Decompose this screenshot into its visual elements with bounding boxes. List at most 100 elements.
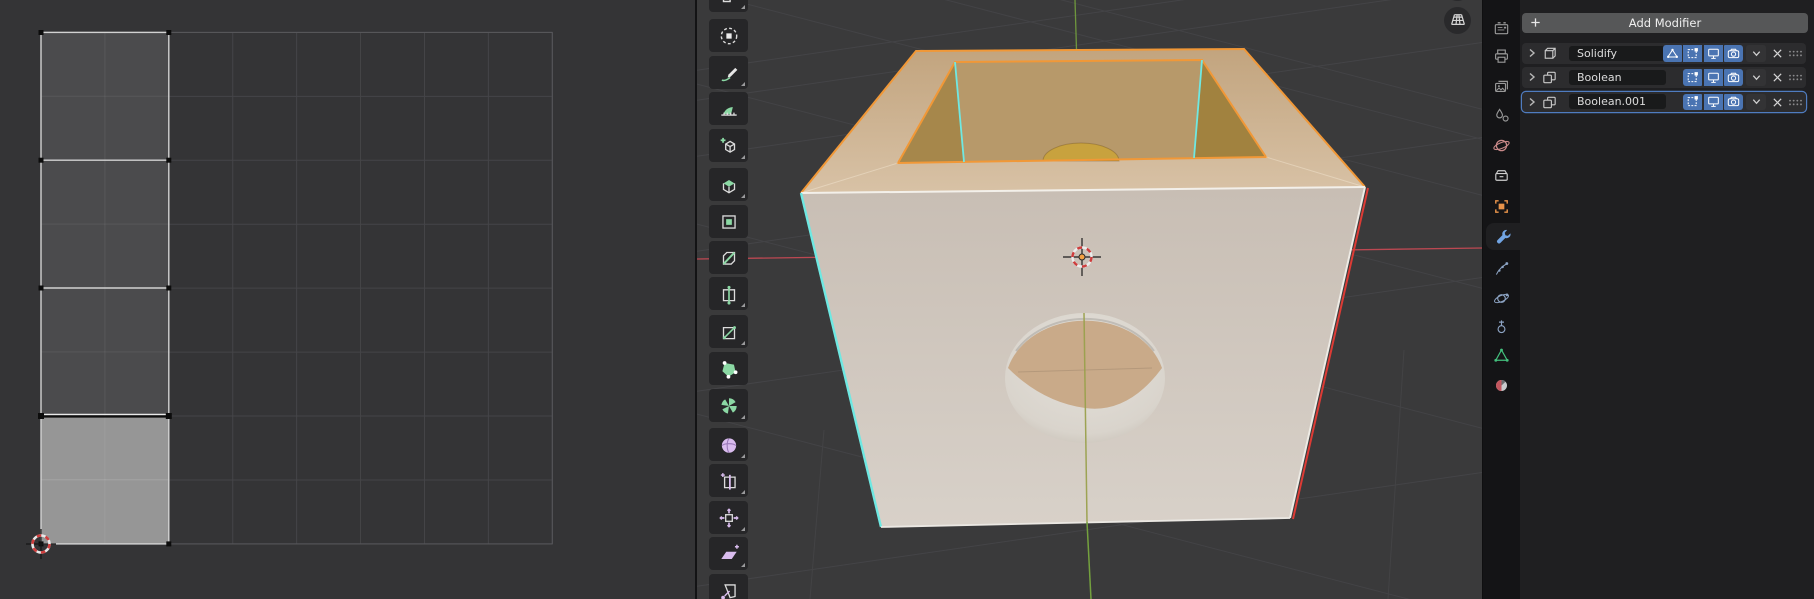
- properties-editor: Add Modifier Solidify Boolean Boolean.00…: [1483, 0, 1814, 599]
- smooth-tool-icon: [718, 434, 740, 456]
- boolean-modifier-icon: [1541, 69, 1558, 86]
- shrink-fatten-tool-icon: [718, 507, 740, 529]
- bevel-tool-icon: [718, 247, 740, 269]
- object-data-properties-icon: [1492, 346, 1511, 365]
- render-toggle[interactable]: [1724, 69, 1743, 86]
- tab-modifier-properties[interactable]: [1486, 223, 1520, 251]
- extrude-region-tool-button[interactable]: [709, 168, 748, 201]
- transform-tool-button[interactable]: [709, 19, 748, 52]
- particles-properties-icon: [1492, 259, 1511, 278]
- edge-slide-tool-icon: [718, 470, 740, 492]
- properties-tab-column: [1483, 0, 1520, 599]
- tab-collection-properties[interactable]: [1483, 162, 1520, 189]
- render-properties-icon: [1492, 19, 1511, 38]
- annotate-tool-button[interactable]: [709, 56, 748, 89]
- object-properties-icon: [1492, 197, 1511, 216]
- uv-canvas[interactable]: [0, 0, 695, 599]
- tab-particles-properties[interactable]: [1483, 255, 1520, 282]
- modifier-extras-dropdown[interactable]: [1746, 45, 1766, 62]
- poly-build-tool-button[interactable]: [709, 352, 748, 385]
- shear-tool-button[interactable]: [709, 537, 748, 570]
- delete-modifier-button[interactable]: [1770, 70, 1785, 85]
- modifier-row-solidify[interactable]: Solidify: [1522, 43, 1806, 64]
- tab-render-properties[interactable]: [1483, 15, 1520, 42]
- edit-mode-toggle[interactable]: [1683, 93, 1702, 111]
- add-modifier-button[interactable]: Add Modifier: [1522, 13, 1808, 33]
- scale-tool-button[interactable]: [709, 0, 748, 12]
- smooth-tool-button[interactable]: [709, 428, 748, 461]
- shear-tool-icon: [718, 543, 740, 565]
- transform-tool-icon: [718, 25, 740, 47]
- edge-slide-tool-button[interactable]: [709, 464, 748, 497]
- delete-modifier-button[interactable]: [1770, 95, 1785, 110]
- measure-tool-button[interactable]: [709, 92, 748, 125]
- render-toggle[interactable]: [1724, 45, 1743, 62]
- tab-object-properties[interactable]: [1483, 193, 1520, 220]
- tab-constraints-properties[interactable]: [1483, 313, 1520, 340]
- uv-island[interactable]: [38, 30, 172, 547]
- rip-region-tool-button[interactable]: [709, 574, 748, 599]
- loop-cut-tool-button[interactable]: [709, 277, 748, 310]
- loop-cut-tool-icon: [718, 283, 740, 305]
- inset-faces-tool-button[interactable]: [709, 205, 748, 238]
- modifier-display-toggles: [1683, 69, 1743, 86]
- perspective-toggle-button[interactable]: [1444, 6, 1471, 34]
- viewport-toolbar: [709, 0, 748, 599]
- tab-output-properties[interactable]: [1483, 43, 1520, 70]
- spin-tool-button[interactable]: [709, 389, 748, 422]
- spin-tool-icon: [718, 395, 740, 417]
- bevel-tool-button[interactable]: [709, 241, 748, 274]
- scale-tool-icon: [718, 0, 740, 7]
- knife-tool-button[interactable]: [709, 315, 748, 348]
- modifier-row-boolean-001[interactable]: Boolean.001: [1522, 91, 1806, 113]
- delete-modifier-button[interactable]: [1770, 46, 1785, 61]
- perspective-grid-icon: [1450, 14, 1465, 26]
- knife-tool-icon: [718, 321, 740, 343]
- expand-chevron-icon[interactable]: [1527, 97, 1537, 107]
- blender-window: Add Modifier Solidify Boolean Boolean.00…: [0, 0, 1814, 599]
- physics-properties-icon: [1492, 289, 1511, 308]
- tab-world-properties[interactable]: [1483, 132, 1520, 159]
- realtime-toggle[interactable]: [1703, 45, 1723, 62]
- drag-handle[interactable]: [1787, 71, 1803, 84]
- add-modifier-label: Add Modifier: [1628, 16, 1702, 30]
- plus-icon: [1529, 16, 1542, 29]
- scene-properties-icon: [1492, 106, 1511, 125]
- measure-tool-icon: [718, 98, 740, 120]
- modifier-row-boolean[interactable]: Boolean: [1522, 67, 1806, 88]
- uv-editor[interactable]: [0, 0, 695, 599]
- add-cube-tool-icon: [718, 135, 740, 157]
- tab-physics-properties[interactable]: [1483, 285, 1520, 312]
- drag-handle[interactable]: [1787, 47, 1803, 60]
- inset-faces-tool-icon: [718, 211, 740, 233]
- realtime-toggle[interactable]: [1703, 93, 1723, 111]
- shrink-fatten-tool-button[interactable]: [709, 501, 748, 534]
- tab-view-layer-properties[interactable]: [1483, 73, 1520, 100]
- tab-object-data-properties[interactable]: [1483, 342, 1520, 369]
- modifier-display-toggles: [1662, 45, 1743, 62]
- modifier-name-field[interactable]: Solidify: [1569, 45, 1666, 61]
- tab-scene-properties[interactable]: [1483, 102, 1520, 129]
- realtime-toggle[interactable]: [1703, 69, 1723, 86]
- add-cube-tool-button[interactable]: [709, 129, 748, 162]
- expand-chevron-icon[interactable]: [1527, 48, 1537, 58]
- edit-mode-toggle[interactable]: [1683, 45, 1702, 62]
- modifier-extras-dropdown[interactable]: [1746, 93, 1766, 111]
- drag-handle[interactable]: [1787, 96, 1803, 109]
- annotate-tool-icon: [718, 62, 740, 84]
- modifier-name-field[interactable]: Boolean: [1569, 70, 1666, 86]
- boolean-modifier-icon: [1541, 94, 1558, 111]
- edit-mode-toggle[interactable]: [1683, 69, 1702, 86]
- output-properties-icon: [1492, 47, 1511, 66]
- on-cage-toggle[interactable]: [1662, 45, 1682, 62]
- mesh-object[interactable]: [799, 47, 1369, 528]
- collection-properties-icon: [1492, 166, 1511, 185]
- render-toggle[interactable]: [1724, 93, 1743, 111]
- modifier-name-field[interactable]: Boolean.001: [1569, 94, 1666, 110]
- modifier-extras-dropdown[interactable]: [1746, 69, 1766, 86]
- tab-material-properties[interactable]: [1483, 372, 1520, 399]
- 3d-viewport[interactable]: [697, 0, 1482, 599]
- y-axis-line-back: [1074, 0, 1078, 51]
- expand-chevron-icon[interactable]: [1527, 72, 1537, 82]
- viewport-canvas[interactable]: [697, 0, 1482, 599]
